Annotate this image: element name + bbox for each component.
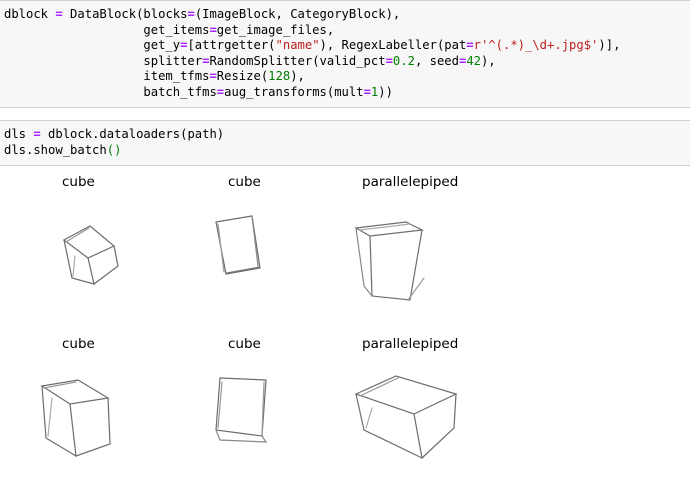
batch-item-2: cube [215, 168, 368, 318]
code-token: 0.2 [392, 53, 415, 68]
batch-label: cube [62, 174, 95, 190]
code-token: 128 [268, 69, 291, 84]
code-token: dblock [4, 7, 56, 21]
code-token: = [187, 7, 195, 21]
batch-image [206, 358, 334, 486]
code-token: get_y [4, 38, 181, 53]
batch-label: parallelepiped [362, 336, 459, 352]
batch-item-5: cube [215, 330, 368, 480]
code-token: aug_transforms(mult [224, 84, 364, 99]
code-token: r'^(.*)_\d+.jpg$' [473, 38, 599, 53]
batch-label: cube [62, 336, 95, 352]
code-line: dls.show_batch() [4, 143, 121, 157]
code-token: = [209, 22, 217, 37]
batch-image [352, 358, 480, 486]
code-token: = [363, 84, 371, 99]
cube-sketch-image [62, 225, 119, 285]
code-token: get_items [4, 22, 210, 37]
code-token: (ImageBlock, CategoryBlock), [194, 7, 401, 21]
code-token: RandomSplitter(valid_pct [209, 53, 386, 68]
code-token: get_image_files, [216, 22, 335, 37]
code-line: splitter=RandomSplitter(valid_pct=0.2, s… [4, 53, 496, 68]
code-token: ), [481, 53, 496, 68]
code-token: "name" [275, 38, 320, 53]
batch-image [350, 196, 478, 324]
code-line: get_items=get_image_files, [4, 23, 334, 37]
batch-item-3: parallelepiped [354, 168, 502, 318]
code-token: dblock.dataloaders(path) [40, 127, 225, 141]
code-token: , seed [414, 53, 459, 68]
code-token: ), RegexLabeller(pat [319, 38, 467, 53]
code-token: )], [598, 38, 621, 53]
code-token: = [209, 69, 217, 84]
code-line: get_y = [attrgetter("name"), RegexLabeller… [4, 38, 620, 52]
code-editor-1[interactable]: dblock = DataBlock(blocks=(ImageBlock, C… [0, 1, 690, 101]
cube-sketch-image [215, 377, 268, 443]
code-token: = [466, 38, 474, 53]
code-token: )) [378, 84, 393, 99]
code-editor-2[interactable]: dls = dblock.dataloaders(path) dls.show_… [0, 121, 690, 158]
code-token: = [33, 127, 41, 141]
code-token: = [385, 53, 393, 68]
batch-label: parallelepiped [362, 174, 459, 190]
batch-image [32, 358, 160, 486]
parallelepiped-sketch-image [354, 375, 458, 460]
code-token: dls [4, 127, 34, 141]
batch-image [208, 196, 336, 324]
code-token: item_tfms [4, 69, 210, 84]
code-token: batch_tfms [4, 84, 217, 99]
code-line: dls = dblock.dataloaders(path) [4, 127, 224, 141]
code-line: batch_tfms=aug_transforms(mult=1)) [4, 85, 393, 99]
code-token: () [106, 142, 122, 157]
code-token: splitter [4, 53, 203, 68]
code-token: = [55, 7, 63, 21]
code-token: ), [290, 69, 305, 84]
batch-item-1: cube [62, 168, 202, 318]
code-token: [attrgetter( [187, 38, 276, 53]
code-token: DataBlock(blocks [62, 7, 188, 21]
batch-item-6: parallelepiped [354, 330, 502, 480]
cube-sketch-image [40, 379, 111, 458]
batch-image [42, 196, 170, 324]
cube-sketch-image [215, 215, 261, 275]
code-cell-1[interactable]: dblock = DataBlock(blocks=(ImageBlock, C… [0, 0, 690, 108]
code-line: dblock = DataBlock(blocks=(ImageBlock, C… [4, 7, 400, 21]
show-batch-output: cube cube parallelepiped cube cube paral… [0, 168, 690, 493]
code-line: item_tfms=Resize(128), [4, 69, 305, 84]
parallelepiped-sketch-image [354, 221, 425, 301]
batch-item-4: cube [40, 330, 202, 480]
code-token: dls.show_batch [4, 142, 107, 157]
code-token: Resize( [216, 69, 269, 84]
code-token: 42 [466, 53, 481, 68]
code-cell-2[interactable]: dls = dblock.dataloaders(path) dls.show_… [0, 120, 690, 166]
